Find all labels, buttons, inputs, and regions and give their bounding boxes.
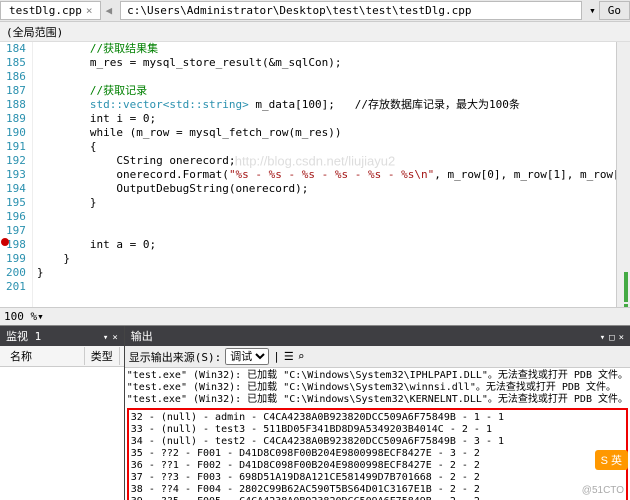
scope-label: (全局范围) — [6, 26, 63, 39]
output-line: 36 - ??1 - F002 - D41D8C098F00B204E98009… — [131, 460, 624, 472]
output-line: "test.exe" (Win32): 已加载 "C:\Windows\Syst… — [127, 382, 628, 394]
watch-header: 名称 类型 — [0, 346, 124, 367]
ime-badge[interactable]: S 英 — [595, 450, 628, 470]
dropdown-icon[interactable]: ▾ — [586, 4, 599, 17]
code-editor[interactable]: 1841851861871881891901911921931941951961… — [0, 42, 630, 307]
close-icon[interactable]: × — [619, 333, 624, 343]
output-line: "test.exe" (Win32): 已加载 "C:\Windows\Syst… — [127, 394, 628, 406]
output-title: 输出 — [131, 328, 153, 344]
output-line: 38 - ??4 - F004 - 2802C99B62AC590T5BS64D… — [131, 484, 624, 496]
watch-panel: 监视 1 ▾ × 名称 类型 — [0, 326, 125, 500]
watch-title-bar[interactable]: 监视 1 ▾ × — [0, 326, 124, 346]
scope-bar[interactable]: (全局范围) — [0, 22, 630, 42]
output-panel: 输出 ▾ □ × 显示输出来源(S): 调试 | ☰ ⌕ "test.exe" (W… — [125, 326, 630, 500]
top-toolbar: testDlg.cpp × ◀ c:\Users\Administrator\D… — [0, 0, 630, 22]
output-line: 37 - ??3 - F003 - 698D51A19D8A121CE58149… — [131, 472, 624, 484]
main-area: 1841851861871881891901911921931941951961… — [0, 42, 630, 307]
output-line: 39 - ??5 - F005 - C4CA4238A0B923820DCC50… — [131, 496, 624, 500]
nav-back-icon[interactable]: ◀ — [101, 4, 116, 17]
pin-icon[interactable]: ▾ — [103, 333, 108, 343]
output-toolbar: 显示输出来源(S): 调试 | ☰ ⌕ — [125, 346, 630, 368]
output-line: 35 - ??2 - F001 - D41D8C098F00B204E98009… — [131, 448, 624, 460]
close-icon[interactable]: × — [112, 333, 117, 343]
bottom-panels: 监视 1 ▾ × 名称 类型 输出 ▾ □ × 显示输出来源(S): 调试 | ☰ ⌕… — [0, 325, 630, 500]
toolbar-sep: | — [273, 350, 280, 363]
output-source-select[interactable]: 调试 — [225, 348, 269, 365]
vertical-scrollbar[interactable] — [616, 42, 630, 307]
output-source-label: 显示输出来源(S): — [129, 349, 222, 365]
col-type[interactable]: 类型 — [85, 347, 120, 365]
go-button[interactable]: Go — [599, 1, 630, 20]
output-line: 33 - (null) - test3 - 511BD05F341BD8D9A5… — [131, 424, 624, 436]
output-body[interactable]: "test.exe" (Win32): 已加载 "C:\Windows\Syst… — [125, 368, 630, 500]
find-icon[interactable]: ⌕ — [298, 350, 305, 363]
path-input[interactable]: c:\Users\Administrator\Desktop\test\test… — [120, 1, 582, 20]
output-line: 34 - (null) - test2 - C4CA4238A0B923820D… — [131, 436, 624, 448]
watch-title: 监视 1 — [6, 328, 41, 344]
close-icon[interactable]: × — [86, 4, 93, 17]
zoom-level[interactable]: 100 % — [4, 310, 37, 323]
watermark: http://blog.csdn.net/liujiayu2 — [235, 154, 395, 169]
pin-icon[interactable]: ▾ — [600, 333, 605, 343]
output-title-bar[interactable]: 输出 ▾ □ × — [125, 326, 630, 346]
watch-body[interactable] — [0, 367, 124, 500]
output-line: 32 - (null) - admin - C4CA4238A0B923820D… — [131, 412, 624, 424]
dropdown-icon[interactable]: ▾ — [37, 310, 44, 323]
blog-watermark: @51CTO — [582, 485, 624, 496]
clear-icon[interactable]: ☰ — [284, 350, 294, 363]
line-gutter: 1841851861871881891901911921931941951961… — [0, 42, 33, 307]
file-tab[interactable]: testDlg.cpp × — [0, 1, 101, 20]
zoom-bar: 100 % ▾ — [0, 307, 630, 325]
output-line: "test.exe" (Win32): 已加载 "C:\Windows\Syst… — [127, 370, 628, 382]
code-area[interactable]: //获取结果集 m_res = mysql_store_result(&m_sq… — [33, 42, 616, 307]
highlight-box: 32 - (null) - admin - C4CA4238A0B923820D… — [127, 408, 628, 500]
file-tab-label: testDlg.cpp — [9, 4, 82, 17]
col-name[interactable]: 名称 — [4, 347, 85, 365]
breakpoint-icon[interactable] — [1, 238, 9, 246]
maximize-icon[interactable]: □ — [609, 333, 614, 343]
